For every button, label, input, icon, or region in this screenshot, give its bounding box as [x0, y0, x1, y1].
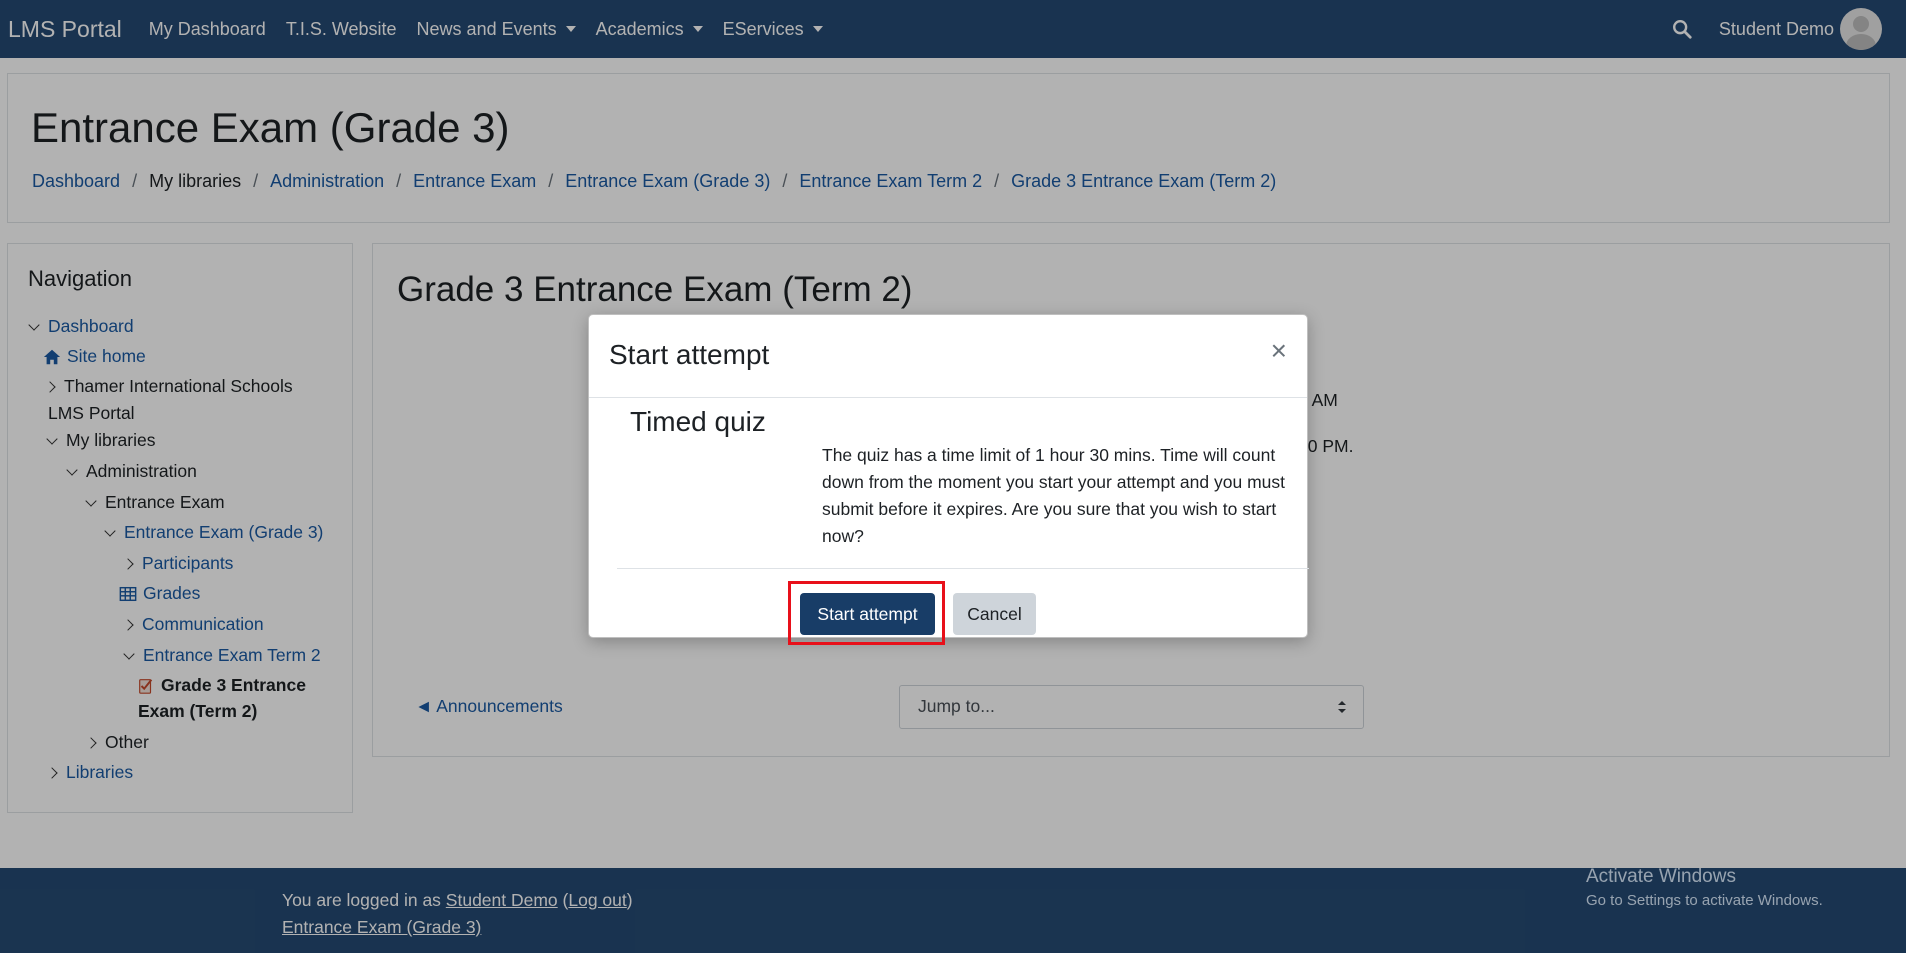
cancel-button[interactable]: Cancel: [953, 593, 1036, 635]
dialog-header: Start attempt ×: [589, 315, 1307, 398]
dialog-message: The quiz has a time limit of 1 hour 30 m…: [822, 445, 1285, 546]
dialog-title: Start attempt: [609, 339, 770, 370]
start-attempt-button[interactable]: Start attempt: [800, 593, 935, 635]
dialog-subtitle: Timed quiz: [630, 406, 766, 437]
close-icon[interactable]: ×: [1271, 337, 1287, 365]
watermark-title: Activate Windows: [1586, 866, 1736, 887]
windows-activation-watermark: Activate Windows Go to Settings to activ…: [1586, 866, 1823, 909]
dialog-divider: [617, 568, 1309, 569]
watermark-subtitle: Go to Settings to activate Windows.: [1586, 892, 1823, 909]
start-attempt-dialog: Start attempt × Timed quiz The quiz has …: [588, 314, 1309, 638]
